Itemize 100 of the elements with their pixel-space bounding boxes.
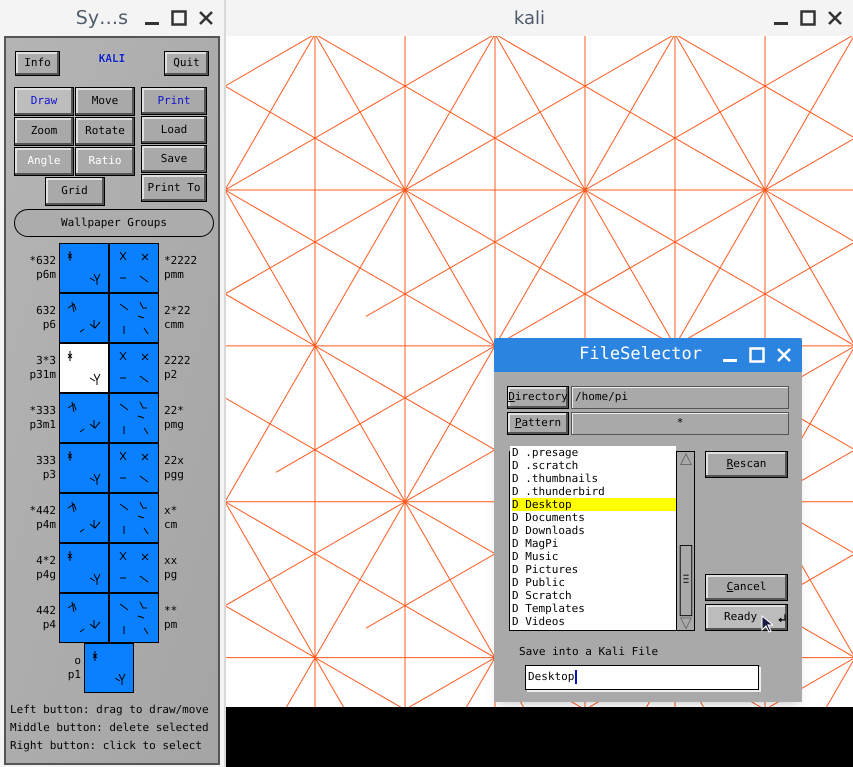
- group-tile[interactable]: [59, 393, 109, 443]
- group-tile[interactable]: [109, 343, 159, 393]
- maximize-icon[interactable]: [171, 10, 187, 26]
- group-notation: 22*: [164, 404, 184, 418]
- file-item[interactable]: D .thunderbird: [512, 485, 676, 498]
- file-item[interactable]: D Documents: [512, 511, 676, 524]
- file-item[interactable]: D Public: [512, 576, 676, 589]
- group-name: p4m: [36, 518, 56, 532]
- group-notation: **: [164, 604, 178, 618]
- ready-button[interactable]: Ready: [705, 604, 788, 631]
- group-notation: *632: [30, 254, 56, 268]
- window-title: FileSelector: [578, 343, 703, 366]
- group-name: p4: [42, 618, 56, 632]
- group-name: pg: [164, 568, 178, 582]
- group-tile[interactable]: [109, 443, 159, 493]
- file-item[interactable]: D .scratch: [512, 459, 676, 472]
- group-tile[interactable]: [59, 293, 109, 343]
- file-item[interactable]: D MagPi: [512, 537, 676, 550]
- window-title: Sy…s: [76, 6, 128, 31]
- group-name: p31m: [30, 368, 56, 382]
- group-name: p3m1: [30, 418, 56, 432]
- window-title: kali: [512, 6, 546, 30]
- wallpaper-groups-button[interactable]: Wallpaper Groups: [14, 209, 214, 237]
- group-name: p3: [42, 468, 56, 482]
- file-item[interactable]: D .thumbnails: [512, 472, 676, 485]
- group-tile[interactable]: [109, 593, 159, 643]
- group-tile[interactable]: [59, 343, 109, 393]
- group-notation: 333: [36, 454, 56, 468]
- group-notation: 22x: [164, 454, 184, 468]
- close-icon[interactable]: [198, 10, 214, 26]
- mode-button[interactable]: Zoom: [14, 117, 74, 146]
- group-tile[interactable]: [59, 443, 109, 493]
- file-item[interactable]: D Downloads: [512, 524, 676, 537]
- rescan-button[interactable]: Rescan: [705, 451, 788, 478]
- mode-button[interactable]: Move: [75, 87, 135, 116]
- group-notation: x*: [164, 504, 178, 518]
- help-text: Middle button: delete selected: [10, 721, 210, 735]
- group-name: p4g: [36, 568, 56, 582]
- logo-text: KALI: [98, 50, 126, 67]
- directory-field: /home/pi: [571, 386, 789, 409]
- group-notation: 2*22: [164, 304, 190, 318]
- group-tile[interactable]: [109, 493, 159, 543]
- mode-button[interactable]: Draw: [14, 87, 74, 116]
- group-name: pm: [164, 618, 178, 632]
- group-tile[interactable]: [109, 243, 159, 293]
- group-notation: *442: [30, 504, 56, 518]
- group-notation: 3*3: [36, 354, 56, 368]
- file-item[interactable]: D Desktop: [512, 498, 676, 511]
- pattern-field: *: [571, 412, 789, 435]
- pattern-button[interactable]: Pattern: [507, 412, 569, 435]
- file-item[interactable]: D Scratch: [512, 589, 676, 602]
- group-name: p2: [164, 368, 178, 382]
- filename-field[interactable]: Desktop: [525, 664, 759, 690]
- group-name: pmm: [164, 268, 184, 282]
- close-icon[interactable]: [827, 10, 843, 26]
- group-notation: *333: [30, 404, 56, 418]
- mode-button[interactable]: Rotate: [75, 117, 135, 146]
- file-button[interactable]: Print: [141, 87, 207, 115]
- group-notation: 442: [36, 604, 56, 618]
- group-notation: o: [74, 654, 81, 668]
- file-item[interactable]: D Templates: [512, 602, 676, 615]
- group-tile[interactable]: [59, 493, 109, 543]
- file-item[interactable]: D .presage: [512, 446, 676, 459]
- quit-button[interactable]: Quit: [164, 50, 209, 76]
- group-tile[interactable]: [109, 393, 159, 443]
- group-name: cm: [164, 518, 178, 532]
- group-tile[interactable]: [59, 243, 109, 293]
- help-text: Left button: drag to draw/move: [10, 703, 210, 717]
- file-button[interactable]: Load: [141, 116, 207, 144]
- group-tile[interactable]: [109, 293, 159, 343]
- group-notation: 632: [36, 304, 56, 318]
- file-item[interactable]: D Music: [512, 550, 676, 563]
- group-name: p6m: [36, 268, 56, 282]
- group-tile[interactable]: [59, 593, 109, 643]
- group-name: p1: [68, 668, 81, 682]
- group-tile[interactable]: [109, 543, 159, 593]
- cancel-button[interactable]: Cancel: [705, 574, 788, 601]
- group-tile[interactable]: [84, 643, 134, 693]
- group-name: cmm: [164, 318, 184, 332]
- file-item[interactable]: D Videos: [512, 615, 676, 628]
- info-button[interactable]: Info: [15, 50, 60, 76]
- file-button[interactable]: Save: [141, 145, 207, 173]
- group-notation: 4*2: [36, 554, 56, 568]
- file-item[interactable]: D Pictures: [512, 563, 676, 576]
- help-text: Right button: click to select: [10, 739, 204, 753]
- group-name: pmg: [164, 418, 184, 432]
- mouse-pointer-icon: [761, 615, 773, 633]
- group-notation: 2222: [164, 354, 190, 368]
- directory-button[interactable]: Directory: [507, 386, 569, 409]
- scrollbar[interactable]: [676, 452, 694, 630]
- group-tile[interactable]: [59, 543, 109, 593]
- save-label: Save into a Kali File: [519, 644, 660, 660]
- group-notation: *2222: [164, 254, 198, 268]
- maximize-icon[interactable]: [800, 10, 816, 26]
- group-name: p6: [42, 318, 56, 332]
- scroll-thumb-icon[interactable]: [678, 545, 692, 617]
- mode-button[interactable]: Grid: [44, 177, 104, 206]
- file-button[interactable]: Print To: [141, 174, 207, 202]
- group-notation: xx: [164, 554, 178, 568]
- group-name: pgg: [164, 468, 184, 482]
